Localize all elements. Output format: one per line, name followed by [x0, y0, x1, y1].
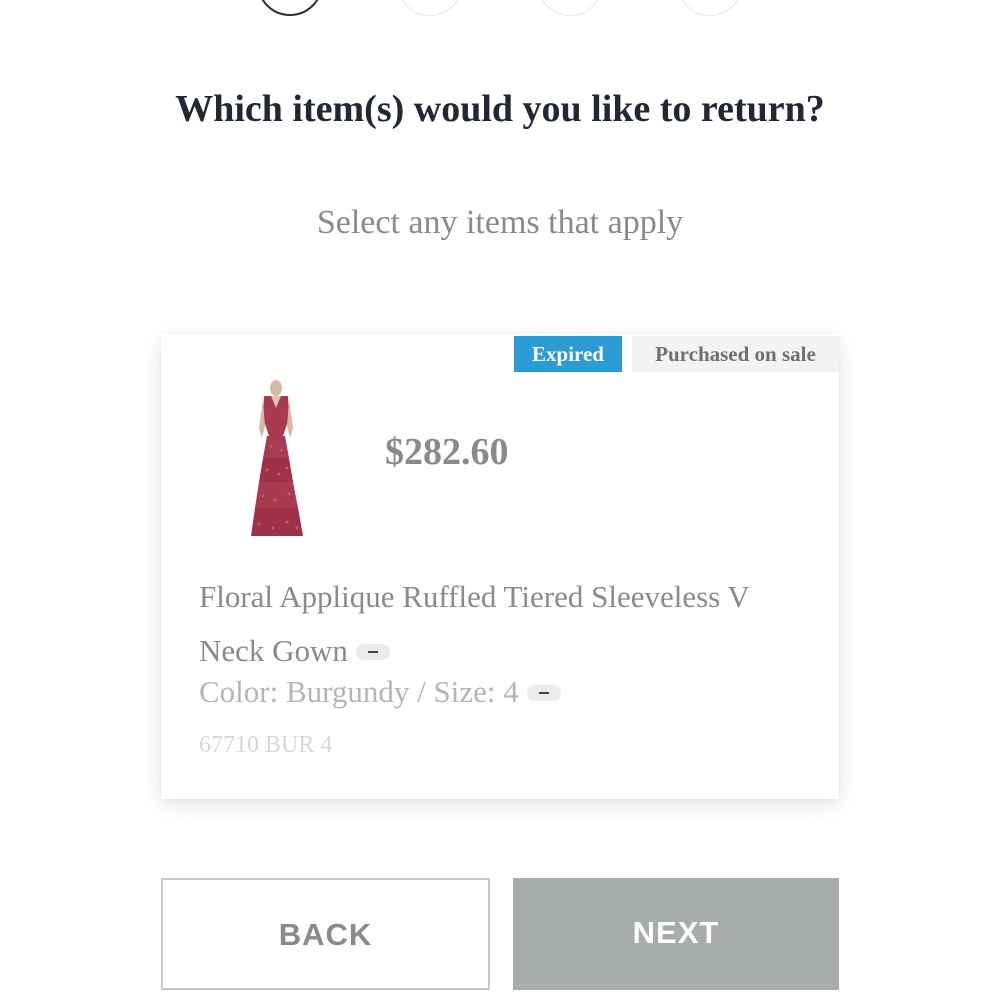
- item-variant-text: Color: Burgundy / Size: 4: [199, 674, 519, 709]
- expired-badge: Expired: [514, 336, 622, 372]
- step-2-circle: [397, 0, 463, 16]
- next-button[interactable]: NEXT: [513, 878, 839, 990]
- item-sku: 67710 BUR 4: [199, 732, 333, 758]
- item-price: $282.60: [385, 431, 509, 473]
- item-variant: Color: Burgundy / Size: 4: [199, 674, 561, 710]
- item-name-text: Floral Applique Ruffled Tiered Sleeveles…: [199, 579, 750, 668]
- back-button[interactable]: BACK: [161, 878, 490, 990]
- page-title: Which item(s) would you like to return?: [175, 88, 825, 130]
- step-1-circle: [257, 0, 323, 16]
- return-item-card[interactable]: Expired Purchased on sale $282.60 Floral…: [161, 334, 839, 799]
- page-subtitle: Select any items that apply: [316, 204, 684, 241]
- step-4-circle: [677, 0, 743, 16]
- collapse-icon[interactable]: [355, 643, 390, 660]
- collapse-icon[interactable]: [526, 684, 561, 701]
- product-image: [251, 380, 303, 536]
- step-3-circle: [537, 0, 603, 16]
- sale-badge: Purchased on sale: [632, 336, 839, 372]
- item-name: Floral Applique Ruffled Tiered Sleeveles…: [199, 570, 799, 678]
- step-indicator: [0, 0, 1000, 30]
